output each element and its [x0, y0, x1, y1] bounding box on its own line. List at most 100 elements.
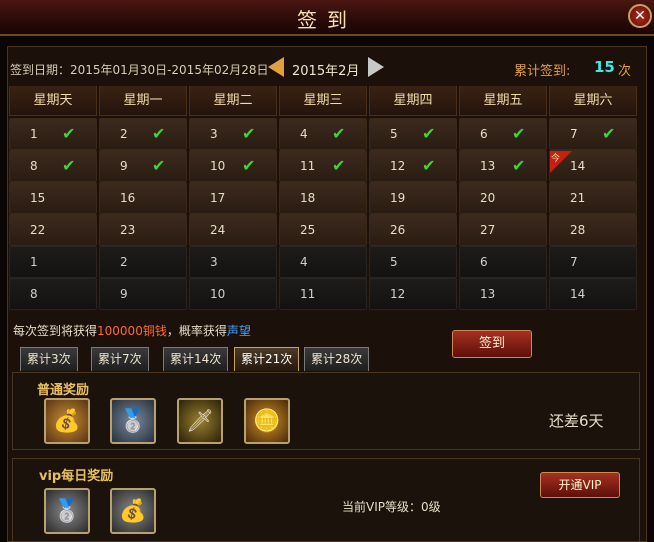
reward-note: 每次签到将获得100000铜钱，概率获得声望: [13, 322, 251, 339]
tab-cumulative-14[interactable]: 累计14次: [163, 347, 229, 371]
tab-cumulative-21[interactable]: 累计21次: [234, 347, 300, 371]
calendar-day-cell[interactable]: 23: [99, 214, 187, 246]
vip-reward-item-silver-ingot[interactable]: 🥈: [44, 488, 90, 534]
calendar-day-cell[interactable]: 11 ✔: [279, 150, 367, 182]
calendar-day-number: 18: [300, 191, 316, 205]
weekday-header-cell: 星期天: [9, 86, 97, 116]
calendar-day-number: 24: [210, 223, 226, 237]
tab-cumulative-7[interactable]: 累计7次: [91, 347, 149, 371]
calendar-day-number: 21: [570, 191, 586, 205]
calendar-day-cell[interactable]: 3 ✔: [189, 118, 277, 150]
calendar-day-cell[interactable]: 12 ✔: [369, 150, 457, 182]
reward-item-money-bag[interactable]: 💰: [44, 398, 90, 444]
title-bar: 签到 ✕: [0, 0, 654, 36]
close-button[interactable]: ✕: [628, 4, 652, 28]
calendar-day-cell[interactable]: 2 ✔: [99, 118, 187, 150]
calendar-day-number: 11: [300, 287, 316, 301]
calendar-day-number: 23: [120, 223, 136, 237]
checkmark-icon: ✔: [152, 156, 166, 175]
gold-pile-icon: 🪙: [253, 408, 281, 434]
calendar-day-cell[interactable]: 8 ✔: [9, 150, 97, 182]
tab-cumulative-28[interactable]: 累计28次: [304, 347, 370, 371]
weekday-header-cell: 星期五: [459, 86, 547, 116]
current-month: 2015年2月: [292, 64, 360, 79]
calendar-day-cell[interactable]: 4 ✔: [279, 118, 367, 150]
calendar-day-cell[interactable]: 8: [9, 278, 97, 310]
calendar-day-cell[interactable]: 13: [459, 278, 547, 310]
tab-cumulative-3[interactable]: 累计3次: [20, 347, 78, 371]
silver-ingot-icon: 🥈: [53, 498, 81, 524]
calendar-day-cell[interactable]: 9: [99, 278, 187, 310]
calendar-day-cell[interactable]: 24: [189, 214, 277, 246]
signin-button[interactable]: 签到: [452, 330, 532, 358]
activate-vip-button[interactable]: 开通VIP: [540, 472, 620, 498]
calendar-day-cell[interactable]: 27: [459, 214, 547, 246]
calendar-day-cell[interactable]: 16: [99, 182, 187, 214]
calendar-day-cell[interactable]: 6 ✔: [459, 118, 547, 150]
checkmark-icon: ✔: [242, 156, 256, 175]
reward-item-gold-pile[interactable]: 🪙: [244, 398, 290, 444]
window-title: 签到: [297, 8, 357, 32]
weekday-header-cell: 星期三: [279, 86, 367, 116]
calendar-day-cell[interactable]: 20: [459, 182, 547, 214]
calendar-day-cell[interactable]: 7: [549, 246, 637, 278]
calendar-day-cell[interactable]: 26: [369, 214, 457, 246]
checkmark-icon: ✔: [332, 124, 346, 143]
calendar-day-cell[interactable]: 9 ✔: [99, 150, 187, 182]
calendar-day-cell[interactable]: 10: [189, 278, 277, 310]
reward-note-amount: 100000铜钱: [97, 324, 167, 338]
calendar-day-cell[interactable]: 5: [369, 246, 457, 278]
calendar-day-cell[interactable]: 15: [9, 182, 97, 214]
calendar-day-cell[interactable]: 3: [189, 246, 277, 278]
calendar-day-cell[interactable]: 28: [549, 214, 637, 246]
calendar-day-cell[interactable]: 1: [9, 246, 97, 278]
calendar-day-number: 12: [390, 287, 406, 301]
calendar-day-cell[interactable]: 5 ✔: [369, 118, 457, 150]
total-signin-label: 累计签到:: [514, 64, 571, 79]
reward-item-silver-bar[interactable]: 🥈: [110, 398, 156, 444]
next-month-button[interactable]: [366, 57, 386, 77]
calendar-day-cell[interactable]: 21: [549, 182, 637, 214]
total-signin-count: 15: [594, 58, 615, 76]
silver-bag-icon: 💰: [119, 498, 147, 524]
calendar-day-cell[interactable]: 13 ✔: [459, 150, 547, 182]
weekday-header-cell: 星期六: [549, 86, 637, 116]
calendar-day-cell[interactable]: 4: [279, 246, 367, 278]
calendar-day-cell[interactable]: 12: [369, 278, 457, 310]
calendar-day-cell[interactable]: 1 ✔: [9, 118, 97, 150]
prev-month-button[interactable]: [266, 57, 286, 77]
calendar-day-cell[interactable]: 25: [279, 214, 367, 246]
checkmark-icon: ✔: [512, 124, 526, 143]
calendar-day-cell[interactable]: 14: [549, 278, 637, 310]
calendar-day-number: 16: [120, 191, 136, 205]
calendar-day-number: 6: [480, 127, 488, 141]
weekday-header-cell: 星期一: [99, 86, 187, 116]
calendar-day-number: 15: [30, 191, 46, 205]
calendar-day-cell[interactable]: 10 ✔: [189, 150, 277, 182]
calendar-day-cell[interactable]: 今 14: [549, 150, 637, 182]
normal-rewards-panel: 普通奖励: [12, 372, 640, 450]
calendar-day-number: 1: [30, 255, 38, 269]
calendar-day-cell[interactable]: 11: [279, 278, 367, 310]
checkmark-icon: ✔: [422, 156, 436, 175]
calendar-day-cell[interactable]: 19: [369, 182, 457, 214]
calendar-day-cell[interactable]: 18: [279, 182, 367, 214]
calendar-day-number: 9: [120, 159, 128, 173]
calendar-day-number: 17: [210, 191, 226, 205]
reward-item-weapon[interactable]: 🗡: [177, 398, 223, 444]
calendar-day-number: 20: [480, 191, 496, 205]
calendar-day-number: 2: [120, 255, 128, 269]
normal-rewards-title: 普通奖励: [37, 383, 90, 398]
calendar-day-cell[interactable]: 6: [459, 246, 547, 278]
calendar-day-cell[interactable]: 7 ✔: [549, 118, 637, 150]
calendar-day-number: 4: [300, 127, 308, 141]
calendar-day-number: 27: [480, 223, 496, 237]
calendar-day-number: 22: [30, 223, 46, 237]
calendar-day-number: 28: [570, 223, 586, 237]
calendar-day-cell[interactable]: 2: [99, 246, 187, 278]
vip-reward-item-silver-bag[interactable]: 💰: [110, 488, 156, 534]
calendar-day-number: 3: [210, 255, 218, 269]
checkmark-icon: ✔: [152, 124, 166, 143]
calendar-day-cell[interactable]: 22: [9, 214, 97, 246]
calendar-day-cell[interactable]: 17: [189, 182, 277, 214]
